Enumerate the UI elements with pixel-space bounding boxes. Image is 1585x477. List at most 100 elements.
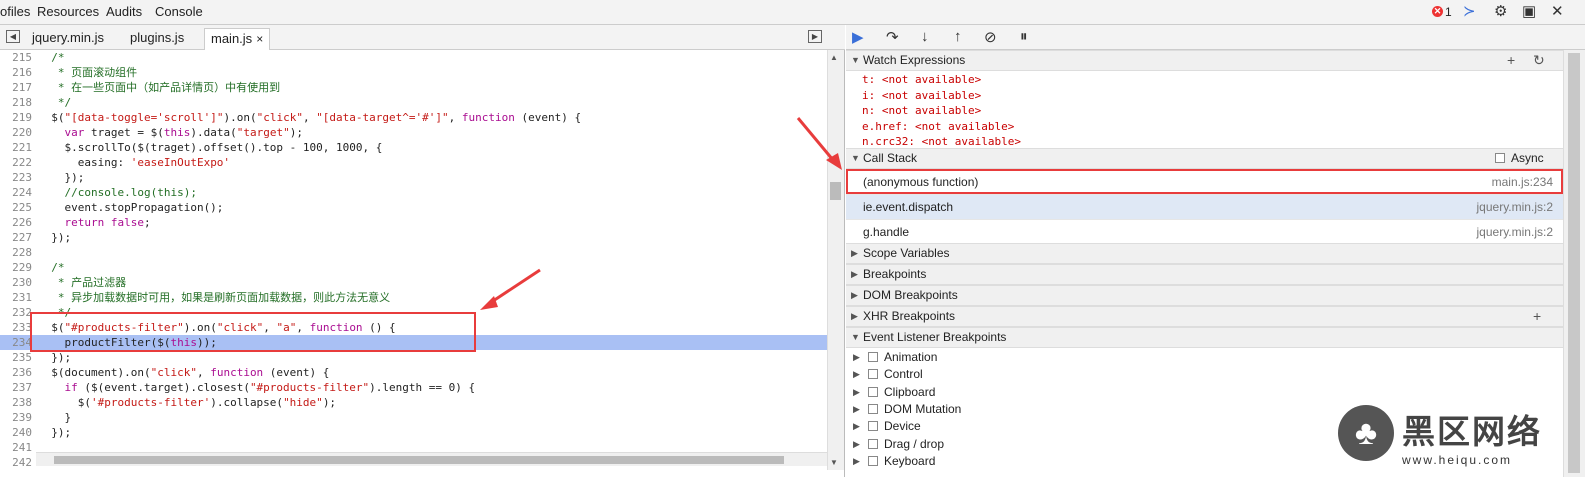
line-number[interactable]: 239 [0,410,34,425]
line-number[interactable]: 227 [0,230,34,245]
breakpoints-header[interactable]: ▶ Breakpoints [846,264,1563,285]
toggle-debugger-icon[interactable]: ▶ [808,30,822,43]
step-over-icon[interactable]: ↷ [886,28,899,46]
expand-triangle-icon[interactable]: ▶ [853,349,860,366]
code-line[interactable]: 230 * 产品过滤器 [0,275,827,290]
error-count[interactable]: 1 [1445,5,1452,19]
call-stack-header[interactable]: ▼ Call Stack Async [846,148,1563,169]
line-number[interactable]: 234 [0,335,34,350]
watch-item[interactable]: n: <not available> [862,104,981,117]
line-number[interactable]: 229 [0,260,34,275]
xhr-breakpoints-header[interactable]: ▶ XHR Breakpoints + [846,306,1563,327]
expand-triangle-icon[interactable]: ▶ [853,418,860,435]
line-number[interactable]: 241 [0,440,34,455]
line-number[interactable]: 219 [0,110,34,125]
line-number[interactable]: 236 [0,365,34,380]
code-line[interactable]: 228 [0,245,827,260]
tab-jquery[interactable]: jquery.min.js [32,30,104,45]
event-checkbox[interactable] [868,369,878,380]
call-frame[interactable]: ie.event.dispatch jquery.min.js:2 [846,195,1563,220]
code-line[interactable]: 236 $(document).on("click", function (ev… [0,365,827,380]
expand-triangle-icon[interactable]: ▶ [853,436,860,453]
error-icon[interactable]: ✕ [1432,6,1443,17]
code-line[interactable]: 231 * 异步加载数据时可用，如果是刷新页面加载数据，则此方法无意义 [0,290,827,305]
line-number[interactable]: 220 [0,125,34,140]
step-out-icon[interactable]: ↑ [954,28,962,45]
code-line[interactable]: 237 if ($(event.target).closest("#produc… [0,380,827,395]
hscroll-thumb[interactable] [54,456,784,464]
tab-main[interactable]: main.js × [204,28,271,50]
line-number[interactable]: 225 [0,200,34,215]
code-line[interactable]: 226 return false; [0,215,827,230]
line-number[interactable]: 231 [0,290,34,305]
event-checkbox[interactable] [868,352,878,362]
event-category[interactable]: ▶ Control [846,366,1563,383]
frame-location[interactable]: jquery.min.js:2 [1477,220,1553,244]
tab-plugins[interactable]: plugins.js [130,30,184,45]
tab-close-icon[interactable]: × [256,32,263,46]
code-line[interactable]: 235 }); [0,350,827,365]
code-line[interactable]: 215 /* [0,50,827,65]
resume-icon[interactable]: ▶ [852,28,864,46]
console-drawer-icon[interactable]: ≻ [1463,3,1476,20]
line-number[interactable]: 237 [0,380,34,395]
expand-triangle-icon[interactable]: ▶ [853,453,860,470]
step-into-icon[interactable]: ↓ [921,28,929,45]
code-line[interactable]: 223 }); [0,170,827,185]
line-number[interactable]: 232 [0,305,34,320]
scroll-up-icon[interactable]: ▲ [830,53,838,62]
call-frame[interactable]: g.handle jquery.min.js:2 [846,220,1563,245]
line-number[interactable]: 238 [0,395,34,410]
event-checkbox[interactable] [868,421,878,432]
line-number[interactable]: 223 [0,170,34,185]
pause-on-exceptions-icon[interactable]: ⏸ [1020,28,1028,45]
add-icon[interactable]: + [1533,307,1541,326]
line-number[interactable]: 215 [0,50,34,65]
scope-variables-header[interactable]: ▶ Scope Variables [846,243,1563,264]
add-icon[interactable]: + [1507,51,1515,70]
expand-triangle-icon[interactable]: ▶ [853,366,860,383]
menu-audits[interactable]: Audits [106,4,142,19]
refresh-icon[interactable]: ↻ [1533,51,1545,70]
code-line[interactable]: 216 * 页面滚动组件 [0,65,827,80]
event-category[interactable]: ▶ Animation [846,349,1563,366]
watch-expressions-header[interactable]: ▼ Watch Expressions + ↻ [846,50,1563,71]
expand-triangle-icon[interactable]: ▶ [853,384,860,401]
code-horizontal-scrollbar[interactable] [36,452,827,466]
line-number[interactable]: 228 [0,245,34,260]
line-number[interactable]: 233 [0,320,34,335]
watch-item[interactable]: e.href: <not available> [862,120,1014,133]
gear-icon[interactable]: ⚙ [1494,3,1507,20]
line-number[interactable]: 235 [0,350,34,365]
toggle-navigator-icon[interactable]: ◀ [6,30,20,43]
frame-location[interactable]: jquery.min.js:2 [1477,195,1553,219]
code-line[interactable]: 238 $('#products-filter').collapse("hide… [0,395,827,410]
line-number[interactable]: 226 [0,215,34,230]
event-checkbox[interactable] [868,438,878,449]
watch-item[interactable]: n.crc32: <not available> [862,135,1021,148]
watch-item[interactable]: i: <not available> [862,89,981,102]
line-number[interactable]: 230 [0,275,34,290]
expand-triangle-icon[interactable]: ▶ [853,401,860,418]
event-checkbox[interactable] [868,455,878,466]
code-line[interactable]: 239 } [0,410,827,425]
code-line[interactable]: 217 * 在一些页面中（如产品详情页）中有使用到 [0,80,827,95]
code-line[interactable]: 229 /* [0,260,827,275]
code-line[interactable]: 240 }); [0,425,827,440]
code-area[interactable]: 215 /* 216 * 页面滚动组件 217 * 在一些页面中（如产品详情页）中有… [0,50,827,475]
menu-resources[interactable]: Resources [37,4,99,19]
dock-icon[interactable]: ▣ [1522,3,1536,20]
event-checkbox[interactable] [868,403,878,414]
line-number[interactable]: 242 [0,455,34,470]
code-line[interactable]: 218 */ [0,95,827,110]
code-line[interactable]: 224 //console.log(this); [0,185,827,200]
menu-profiles[interactable]: ofiles [0,4,30,19]
line-number[interactable]: 217 [0,80,34,95]
event-category[interactable]: ▶ Clipboard [846,384,1563,401]
code-line[interactable]: 227 }); [0,230,827,245]
close-icon[interactable]: ✕ [1551,3,1564,20]
dom-breakpoints-header[interactable]: ▶ DOM Breakpoints [846,285,1563,306]
watch-item[interactable]: t: <not available> [862,73,981,86]
code-line[interactable]: 221 $.scrollTo($(traget).offset().top - … [0,140,827,155]
line-number[interactable]: 216 [0,65,34,80]
